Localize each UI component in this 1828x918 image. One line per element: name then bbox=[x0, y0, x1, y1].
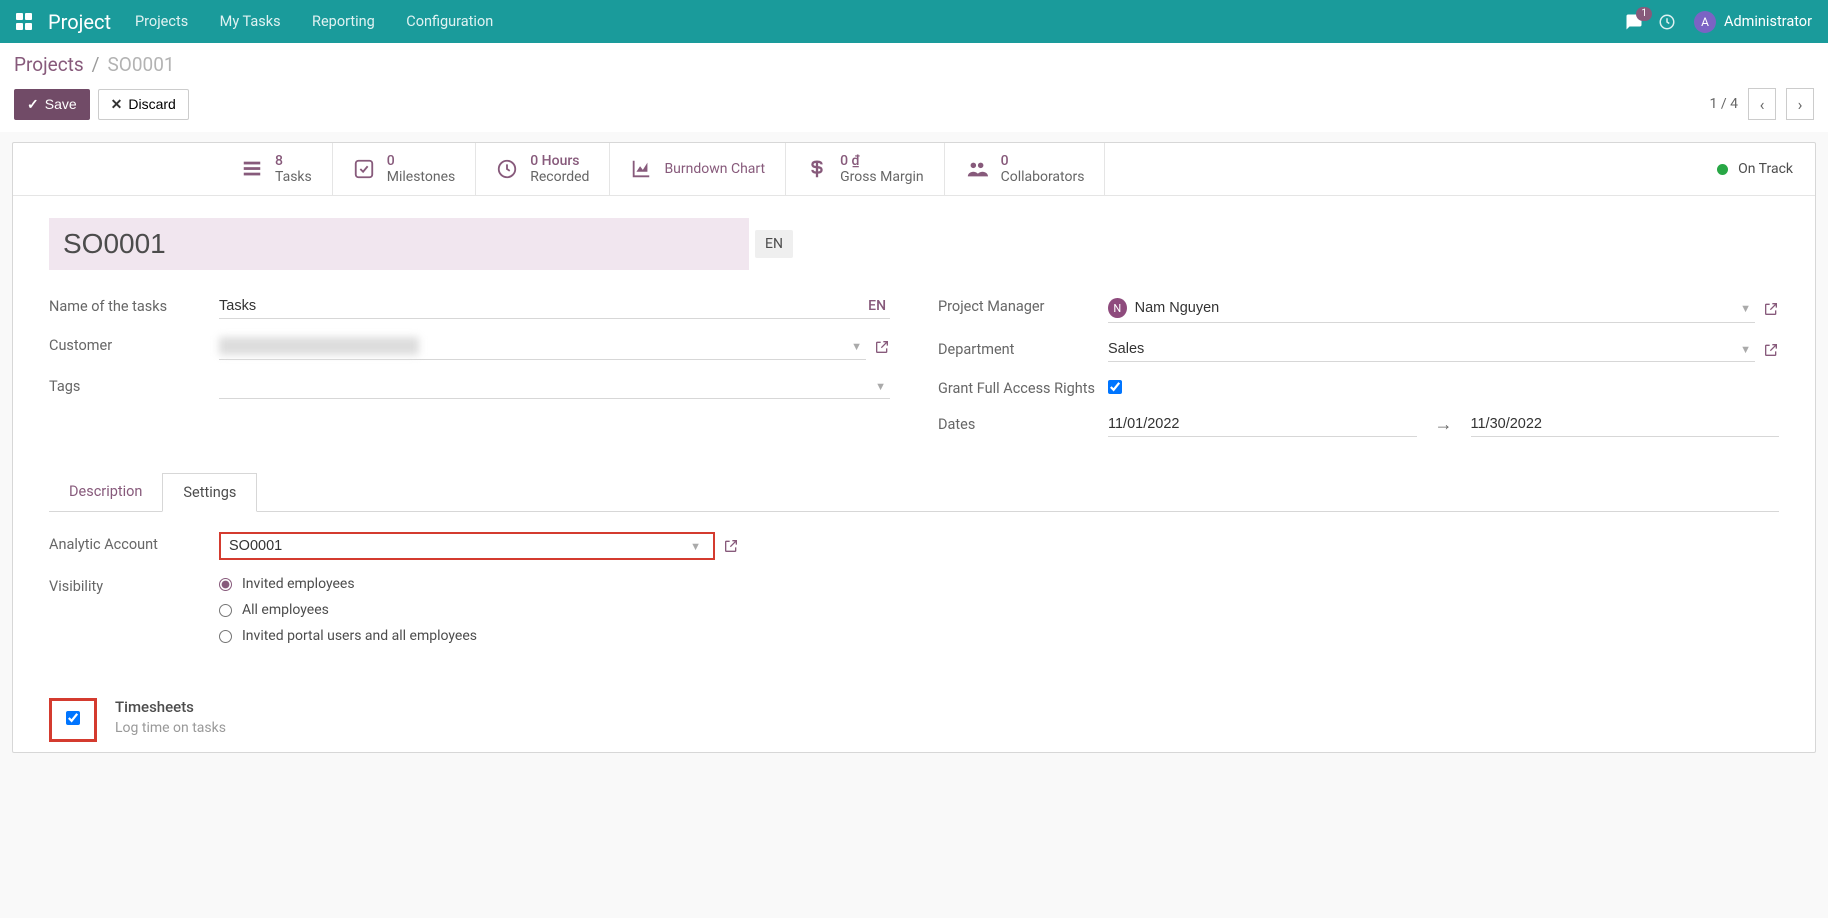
timesheets-subtitle: Log time on tasks bbox=[115, 720, 226, 736]
notebook-tabs: Description Settings bbox=[49, 473, 1779, 512]
label-analytic: Analytic Account bbox=[49, 532, 219, 553]
form-sheet: 8Tasks 0Milestones 0 HoursRecorded Burnd… bbox=[12, 142, 1816, 753]
analytic-account-field[interactable]: ▼ bbox=[219, 532, 715, 560]
save-button[interactable]: Save bbox=[14, 89, 90, 120]
stat-hours[interactable]: 0 HoursRecorded bbox=[476, 143, 610, 195]
control-panel: Projects / SO0001 Save Discard 1 / 4 ‹ › bbox=[0, 43, 1828, 132]
stat-collaborators[interactable]: 0Collaborators bbox=[945, 143, 1106, 195]
visibility-option-all[interactable]: All employees bbox=[219, 602, 477, 618]
top-navbar: Project Projects My Tasks Reporting Conf… bbox=[0, 0, 1828, 43]
project-manager-field[interactable]: N ▼ bbox=[1108, 294, 1755, 323]
app-brand[interactable]: Project bbox=[48, 10, 111, 34]
label-customer: Customer bbox=[49, 333, 219, 354]
tab-description[interactable]: Description bbox=[49, 473, 162, 511]
check-icon bbox=[27, 96, 39, 113]
date-from-field[interactable] bbox=[1108, 412, 1417, 437]
tags-field[interactable]: ▼ bbox=[219, 374, 890, 399]
close-icon bbox=[111, 96, 123, 113]
pm-avatar: N bbox=[1108, 298, 1127, 318]
tasks-icon bbox=[241, 158, 263, 180]
visibility-option-portal[interactable]: Invited portal users and all employees bbox=[219, 628, 477, 644]
label-access: Grant Full Access Rights bbox=[938, 376, 1108, 397]
project-name-input[interactable] bbox=[49, 218, 749, 270]
chevron-down-icon[interactable]: ▼ bbox=[686, 540, 705, 553]
pager: 1 / 4 ‹ › bbox=[1710, 88, 1814, 120]
pager-next-button[interactable]: › bbox=[1786, 88, 1814, 120]
access-field bbox=[1108, 376, 1779, 398]
activities-icon[interactable] bbox=[1658, 13, 1676, 31]
chevron-down-icon[interactable]: ▼ bbox=[1736, 302, 1755, 315]
stat-buttons: 8Tasks 0Milestones 0 HoursRecorded Burnd… bbox=[13, 143, 1815, 196]
external-link-icon[interactable] bbox=[1763, 300, 1779, 316]
nav-reporting[interactable]: Reporting bbox=[312, 13, 375, 30]
nav-my-tasks[interactable]: My Tasks bbox=[220, 13, 281, 30]
apps-icon[interactable] bbox=[16, 13, 34, 31]
pager-text[interactable]: 1 / 4 bbox=[1710, 96, 1738, 112]
project-status[interactable]: On Track bbox=[1695, 143, 1815, 195]
label-dates: Dates bbox=[938, 412, 1108, 433]
chevron-down-icon[interactable]: ▼ bbox=[1736, 343, 1755, 356]
department-field[interactable]: ▼ bbox=[1108, 337, 1755, 362]
chart-icon bbox=[630, 158, 652, 180]
external-link-icon[interactable] bbox=[723, 538, 739, 554]
tasks-name-field[interactable]: EN bbox=[219, 294, 890, 319]
breadcrumb-current: SO0001 bbox=[108, 53, 175, 76]
label-tasks-name: Name of the tasks bbox=[49, 294, 219, 315]
visibility-options: Invited employees All employees Invited … bbox=[219, 574, 477, 644]
label-pm: Project Manager bbox=[938, 294, 1108, 315]
external-link-icon[interactable] bbox=[1763, 341, 1779, 357]
stat-burndown[interactable]: Burndown Chart bbox=[610, 143, 786, 195]
timesheets-title: Timesheets bbox=[115, 698, 226, 716]
discard-button[interactable]: Discard bbox=[98, 89, 189, 120]
user-avatar[interactable]: A bbox=[1694, 11, 1716, 33]
stat-tasks[interactable]: 8Tasks bbox=[221, 143, 333, 195]
users-icon bbox=[965, 158, 989, 180]
chevron-down-icon[interactable]: ▼ bbox=[847, 340, 866, 353]
breadcrumb-sep: / bbox=[92, 53, 100, 76]
messages-badge: 1 bbox=[1636, 7, 1652, 21]
chevron-down-icon[interactable]: ▼ bbox=[871, 380, 890, 393]
stat-margin[interactable]: 0 ₫Gross Margin bbox=[786, 143, 945, 195]
check-circle-icon bbox=[353, 158, 375, 180]
label-tags: Tags bbox=[49, 374, 219, 395]
messages-icon[interactable]: 1 bbox=[1624, 13, 1644, 31]
timesheets-checkbox[interactable] bbox=[66, 711, 80, 725]
date-to-field[interactable] bbox=[1471, 412, 1780, 437]
stat-milestones[interactable]: 0Milestones bbox=[333, 143, 477, 195]
timesheets-option: Timesheets Log time on tasks bbox=[49, 698, 1779, 742]
user-name[interactable]: Administrator bbox=[1724, 13, 1812, 30]
pager-prev-button[interactable]: ‹ bbox=[1748, 88, 1776, 120]
main-nav: Projects My Tasks Reporting Configuratio… bbox=[135, 13, 521, 30]
visibility-option-invited[interactable]: Invited employees bbox=[219, 576, 477, 592]
breadcrumb: Projects / SO0001 bbox=[14, 53, 1814, 76]
access-checkbox[interactable] bbox=[1108, 380, 1122, 394]
clock-icon bbox=[496, 158, 518, 180]
breadcrumb-root[interactable]: Projects bbox=[14, 53, 84, 76]
label-visibility: Visibility bbox=[49, 574, 219, 595]
arrow-right-icon: → bbox=[1417, 414, 1471, 435]
external-link-icon[interactable] bbox=[874, 338, 890, 354]
timesheets-checkbox-highlight bbox=[49, 698, 97, 742]
tab-settings[interactable]: Settings bbox=[162, 473, 257, 512]
status-dot-icon bbox=[1717, 164, 1728, 175]
label-department: Department bbox=[938, 337, 1108, 358]
nav-configuration[interactable]: Configuration bbox=[406, 13, 493, 30]
lang-chip[interactable]: EN bbox=[755, 230, 793, 258]
dollar-icon bbox=[806, 158, 828, 180]
customer-field[interactable]: ▼ bbox=[219, 333, 866, 360]
nav-projects[interactable]: Projects bbox=[135, 13, 188, 30]
